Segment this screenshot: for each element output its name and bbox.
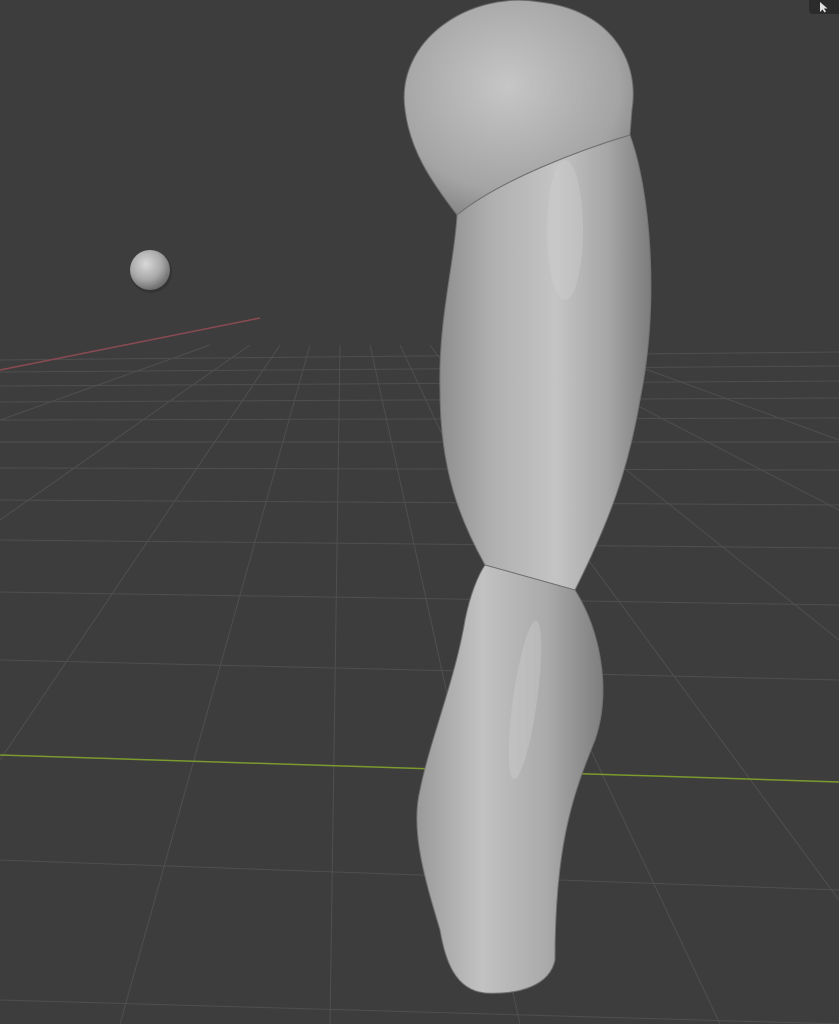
floor-grid	[0, 344, 839, 1024]
cursor-arrow-icon	[820, 2, 828, 13]
y-axis-line	[0, 754, 839, 783]
figure-lower-leg[interactable]	[416, 564, 604, 994]
3d-viewport[interactable]	[0, 0, 839, 1024]
small-sphere[interactable]	[130, 250, 172, 293]
viewport-canvas[interactable]	[0, 0, 839, 1024]
x-axis-line	[0, 317, 261, 371]
sculpted-figure[interactable]	[403, 0, 652, 994]
select-tool-button[interactable]	[809, 0, 839, 14]
